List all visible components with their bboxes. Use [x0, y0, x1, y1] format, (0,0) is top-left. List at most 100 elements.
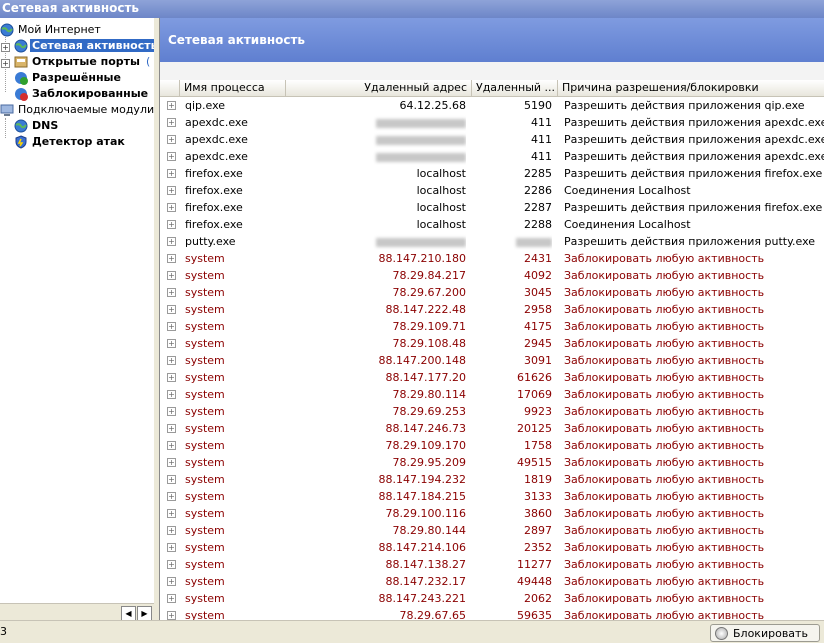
row-expand-toggle[interactable]: +: [167, 339, 176, 348]
row-address: [286, 114, 466, 131]
table-row[interactable]: + system 78.29.108.48 2945 Заблокировать люб…: [160, 335, 824, 352]
computer-icon: [0, 104, 14, 116]
row-expand-toggle[interactable]: +: [167, 169, 176, 178]
row-expand-toggle[interactable]: +: [167, 526, 176, 535]
panel-header-strip: [160, 62, 824, 80]
table-row[interactable]: + system 78.29.109.71 4175 Заблокировать люб…: [160, 318, 824, 335]
tree-item-network-activity[interactable]: Сетевая активность: [14, 38, 154, 54]
table-row[interactable]: + system 88.147.184.215 3133 Заблокировать л…: [160, 488, 824, 505]
table-row[interactable]: + system 88.147.243.221 2062 Заблокировать л…: [160, 590, 824, 607]
redacted-address: [376, 135, 466, 145]
row-expand-toggle[interactable]: +: [167, 424, 176, 433]
row-port: 411: [531, 116, 552, 129]
row-expand-toggle[interactable]: +: [167, 441, 176, 450]
table-row[interactable]: + system 88.147.200.148 3091 Заблокировать л…: [160, 352, 824, 369]
tree-root-plugins[interactable]: Подключаемые модули: [0, 102, 154, 118]
table-row[interactable]: + system 88.147.194.232 1819 Заблокировать л…: [160, 471, 824, 488]
row-expand-toggle[interactable]: +: [167, 543, 176, 552]
row-expand-toggle[interactable]: +: [167, 611, 176, 620]
table-row[interactable]: + firefox.exe localhost 2287 Разрешить дейст…: [160, 199, 824, 216]
row-expand-toggle[interactable]: +: [167, 271, 176, 280]
row-expand-toggle[interactable]: +: [167, 220, 176, 229]
shield-icon: [15, 135, 27, 149]
tree-item-open-ports[interactable]: Открытые порты (: [14, 54, 150, 70]
table-row[interactable]: + apexdc.exe 411 Разрешить действия приложе…: [160, 131, 824, 148]
tree-item-allowed[interactable]: Разрешённые: [14, 70, 123, 86]
row-expand-toggle[interactable]: +: [167, 594, 176, 603]
row-process: system: [185, 507, 225, 520]
row-expand-toggle[interactable]: +: [167, 152, 176, 161]
table-row[interactable]: + system 78.29.80.144 2897 Заблокировать люб…: [160, 522, 824, 539]
redacted-address: [376, 118, 466, 128]
table-row[interactable]: + system 88.147.177.20 61626 Заблокировать л…: [160, 369, 824, 386]
row-expand-toggle[interactable]: +: [167, 305, 176, 314]
connections-list: + qip.exe 64.12.25.68 5190 Разрешить действи…: [160, 97, 824, 624]
tree-item-blocked[interactable]: Заблокированные: [14, 86, 150, 102]
table-row[interactable]: + system 78.29.84.217 4092 Заблокировать люб…: [160, 267, 824, 284]
table-row[interactable]: + system 88.147.246.73 20125 Заблокировать л…: [160, 420, 824, 437]
column-header-address[interactable]: Удаленный адрес: [286, 80, 472, 96]
row-port: 2287: [524, 201, 552, 214]
row-expand-toggle[interactable]: +: [167, 322, 176, 331]
tree-item-attack-detector[interactable]: Детектор атак: [14, 134, 127, 150]
column-header-port[interactable]: Удаленный ...: [472, 80, 558, 96]
row-expand-toggle[interactable]: +: [167, 390, 176, 399]
row-address: 88.147.138.27: [385, 558, 466, 571]
scroll-left-button[interactable]: ◀: [121, 606, 136, 621]
navigation-tree: Мой Интернет + Сетевая активность + Откр…: [0, 18, 155, 603]
row-port: 1819: [524, 473, 552, 486]
row-reason: Заблокировать любую активность: [564, 507, 765, 520]
column-header-process[interactable]: Имя процесса: [180, 80, 286, 96]
row-reason: Заблокировать любую активность: [564, 541, 765, 554]
tree-item-label: Открытые порты: [32, 55, 140, 68]
expand-ports-toggle[interactable]: +: [1, 59, 10, 68]
row-expand-toggle[interactable]: +: [167, 288, 176, 297]
row-expand-toggle[interactable]: +: [167, 458, 176, 467]
table-row[interactable]: + system 78.29.100.116 3860 Заблокировать лю…: [160, 505, 824, 522]
table-row[interactable]: + system 88.147.138.27 11277 Заблокировать л…: [160, 556, 824, 573]
row-expand-toggle[interactable]: +: [167, 373, 176, 382]
expand-network-toggle[interactable]: +: [1, 43, 10, 52]
table-row[interactable]: + apexdc.exe 411 Разрешить действия приложе…: [160, 148, 824, 165]
column-header-reason[interactable]: Причина разрешения/блокировки: [558, 80, 824, 96]
table-row[interactable]: + system 78.29.69.253 9923 Заблокировать люб…: [160, 403, 824, 420]
row-reason: Заблокировать любую активность: [564, 456, 765, 469]
table-row[interactable]: + qip.exe 64.12.25.68 5190 Разрешить действи…: [160, 97, 824, 114]
table-row[interactable]: + apexdc.exe 411 Разрешить действия приложе…: [160, 114, 824, 131]
row-address: 78.29.109.170: [385, 439, 466, 452]
row-expand-toggle[interactable]: +: [167, 577, 176, 586]
table-row[interactable]: + system 78.29.109.170 1758 Заблокировать лю…: [160, 437, 824, 454]
row-expand-toggle[interactable]: +: [167, 475, 176, 484]
row-expand-toggle[interactable]: +: [167, 560, 176, 569]
tree-root-my-internet[interactable]: Мой Интернет: [0, 22, 103, 38]
tree-item-dns[interactable]: DNS: [14, 118, 60, 134]
table-row[interactable]: + system 78.29.95.209 49515 Заблокировать лю…: [160, 454, 824, 471]
row-expand-toggle[interactable]: +: [167, 356, 176, 365]
row-expand-toggle[interactable]: +: [167, 186, 176, 195]
row-expand-toggle[interactable]: +: [167, 492, 176, 501]
column-header-expand[interactable]: [160, 80, 180, 96]
tree-item-label: Сетевая активность: [30, 39, 154, 52]
table-row[interactable]: + firefox.exe localhost 2288 Соединения Loca…: [160, 216, 824, 233]
table-row[interactable]: + system 78.29.80.114 17069 Заблокировать лю…: [160, 386, 824, 403]
scroll-right-button[interactable]: ▶: [137, 606, 152, 621]
row-expand-toggle[interactable]: +: [167, 118, 176, 127]
row-expand-toggle[interactable]: +: [167, 407, 176, 416]
table-row[interactable]: + firefox.exe localhost 2285 Разрешить дейст…: [160, 165, 824, 182]
table-row[interactable]: + putty.exe Разрешить действия приложения …: [160, 233, 824, 250]
table-row[interactable]: + system 88.147.214.106 2352 Заблокировать л…: [160, 539, 824, 556]
table-row[interactable]: + firefox.exe localhost 2286 Соединения Loca…: [160, 182, 824, 199]
row-expand-toggle[interactable]: +: [167, 135, 176, 144]
table-row[interactable]: + system 88.147.222.48 2958 Заблокировать лю…: [160, 301, 824, 318]
block-button[interactable]: Блокировать: [710, 624, 820, 642]
row-expand-toggle[interactable]: +: [167, 237, 176, 246]
row-expand-toggle[interactable]: +: [167, 509, 176, 518]
row-process: apexdc.exe: [185, 116, 248, 129]
tree-horizontal-scrollbar[interactable]: ◀ ▶: [0, 603, 154, 621]
table-row[interactable]: + system 88.147.210.180 2431 Заблокировать л…: [160, 250, 824, 267]
row-expand-toggle[interactable]: +: [167, 254, 176, 263]
table-row[interactable]: + system 78.29.67.200 3045 Заблокировать люб…: [160, 284, 824, 301]
table-row[interactable]: + system 88.147.232.17 49448 Заблокировать л…: [160, 573, 824, 590]
row-expand-toggle[interactable]: +: [167, 203, 176, 212]
row-expand-toggle[interactable]: +: [167, 101, 176, 110]
